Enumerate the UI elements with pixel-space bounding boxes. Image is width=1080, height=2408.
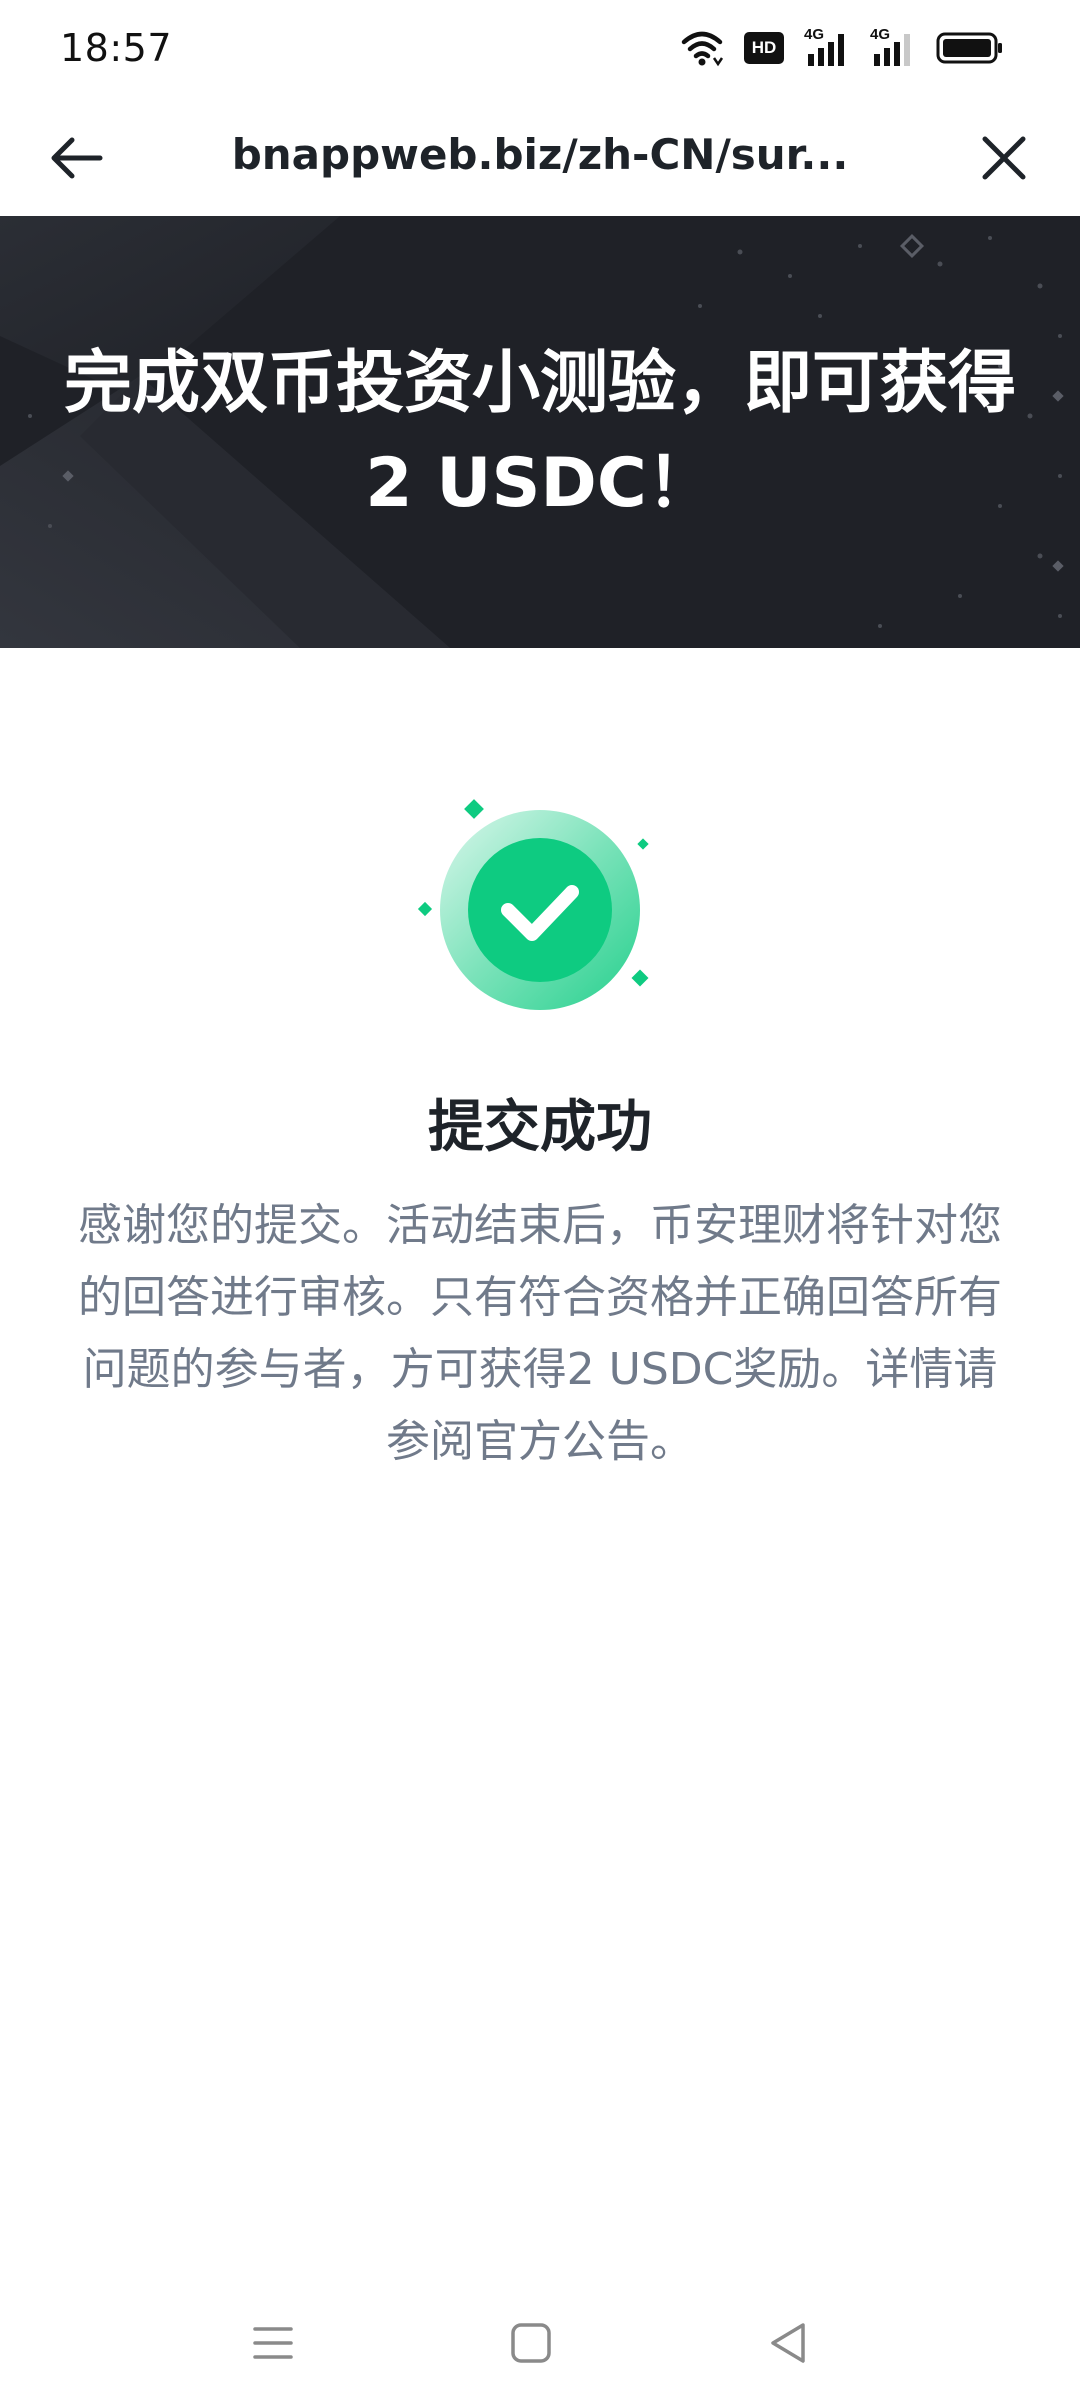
hd-label: HD (751, 38, 777, 57)
hero-title: 完成双币投资小测验，即可获得 2 USDC！ (63, 344, 1016, 523)
back-icon (771, 2323, 805, 2363)
signal-4g-icon: 4G (804, 26, 850, 68)
check-circle-icon (417, 799, 649, 1010)
battery-icon (936, 31, 1004, 65)
nav-back-button[interactable] (744, 2298, 834, 2388)
status-time: 18:57 (60, 26, 173, 70)
back-button[interactable] (40, 122, 112, 194)
app-bar: bnappweb.biz/zh-CN/sur... (0, 96, 1080, 216)
signal-4g-icon: 4G (870, 26, 916, 68)
success-graphic (412, 792, 672, 1012)
screen: 18:57 HD 4G 4G bnappweb.biz/zh-CN/sur...… (0, 0, 1080, 2408)
status-bar: 18:57 HD 4G 4G (0, 0, 1080, 96)
hd-voice-icon: HD (744, 32, 784, 64)
arrow-left-icon (51, 137, 103, 179)
status-icons: HD 4G 4G (680, 26, 1004, 70)
navigation-bar (0, 2278, 1080, 2408)
url-title: bnappweb.biz/zh-CN/sur... (231, 130, 849, 179)
wifi-icon (680, 28, 724, 68)
nav-home-button[interactable] (486, 2298, 576, 2388)
success-message: 感谢您的提交。活动结束后，币安理财将针对您的回答进行审核。只有符合资格并正确回答… (78, 1200, 1002, 1467)
nav-menu-button[interactable] (228, 2298, 318, 2388)
menu-icon (253, 2327, 293, 2359)
close-icon (982, 136, 1026, 180)
hero-banner: 完成双币投资小测验，即可获得 2 USDC！ (0, 216, 1080, 648)
home-icon (511, 2323, 551, 2363)
success-title: 提交成功 (428, 1095, 652, 1160)
close-button[interactable] (968, 122, 1040, 194)
